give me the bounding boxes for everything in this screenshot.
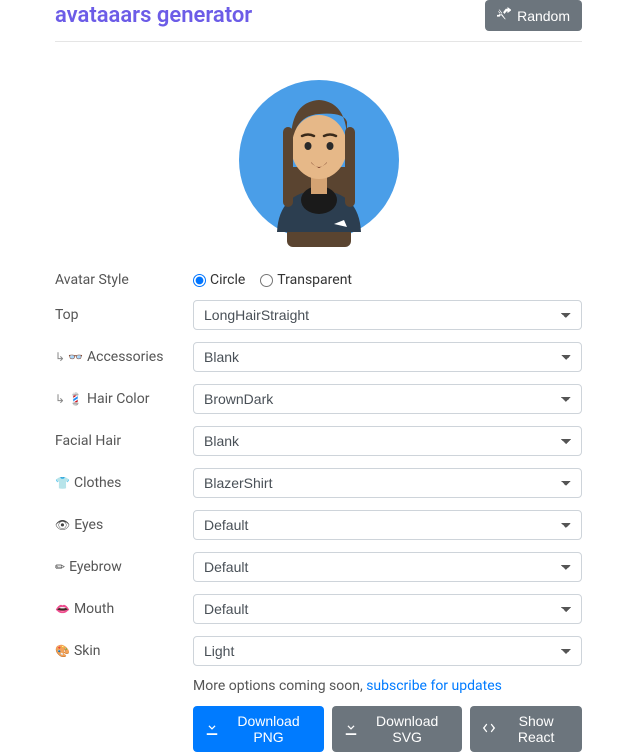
page-title: avataaars generator [55,3,252,28]
radio-circle[interactable]: Circle [193,272,245,288]
barber-icon: ↳ 💈 [55,392,83,406]
action-row: Download PNG Download SVG Show React [193,706,582,752]
glasses-icon: ↳ 👓 [55,350,83,364]
palette-icon: 🎨 [55,644,70,658]
download-icon [344,721,358,738]
show-react-button[interactable]: Show React [470,706,582,752]
clothes-label: 👕 Clothes [55,475,193,491]
skin-label-text: Skin [74,643,101,659]
skin-label: 🎨 Skin [55,643,193,659]
eyes-label-text: Eyes [74,517,103,533]
subscribe-link[interactable]: subscribe for updates [366,678,502,694]
eyebrow-select[interactable]: Default [193,552,582,582]
show-react-label: Show React [502,713,570,745]
eye-icon: 👁 [55,518,70,532]
skin-select[interactable]: Light [193,636,582,666]
download-svg-button[interactable]: Download SVG [332,706,462,752]
mouth-label-text: Mouth [74,601,114,617]
clothes-label-text: Clothes [74,475,121,491]
eyebrow-label: ✏ Eyebrow [55,559,193,575]
footer-note: More options coming soon, subscribe for … [193,678,582,694]
download-png-label: Download PNG [225,713,312,745]
top-label: Top [55,307,193,323]
haircolor-select[interactable]: BrownDark [193,384,582,414]
radio-circle-label: Circle [210,272,245,288]
mouth-icon: 👄 [55,602,70,616]
code-icon [482,721,496,738]
eyebrow-label-text: Eyebrow [69,559,122,575]
facialhair-select[interactable]: Blank [193,426,582,456]
radio-transparent[interactable]: Transparent [260,272,352,288]
top-select[interactable]: LongHairStraight [193,300,582,330]
mouth-label: 👄 Mouth [55,601,193,617]
shirt-icon: 👕 [55,476,70,490]
eyes-label: 👁 Eyes [55,517,193,533]
radio-transparent-input[interactable] [260,274,273,287]
footer-text: More options coming soon, [193,678,366,694]
download-icon [205,721,219,738]
haircolor-label: ↳ 💈 Hair Color [55,391,193,407]
avatar-style-label: Avatar Style [55,272,193,288]
download-svg-label: Download SVG [364,713,450,745]
shuffle-icon [497,7,511,24]
download-png-button[interactable]: Download PNG [193,706,324,752]
radio-transparent-label: Transparent [277,272,352,288]
accessories-label: ↳ 👓 Accessories [55,349,193,365]
facialhair-label: Facial Hair [55,433,193,449]
facialhair-label-text: Facial Hair [55,433,121,449]
mouth-select[interactable]: Default [193,594,582,624]
random-button[interactable]: Random [485,0,582,31]
haircolor-label-text: Hair Color [87,391,149,407]
accessories-label-text: Accessories [87,349,163,365]
avatar-style-group: Circle Transparent [193,272,582,288]
header: avataaars generator Random [55,0,582,42]
eyes-select[interactable]: Default [193,510,582,540]
clothes-select[interactable]: BlazerShirt [193,468,582,498]
radio-circle-input[interactable] [193,274,206,287]
avatar-preview [55,72,582,247]
accessories-select[interactable]: Blank [193,342,582,372]
random-button-label: Random [517,8,570,24]
pencil-icon: ✏ [55,560,65,574]
top-label-text: Top [55,307,79,323]
